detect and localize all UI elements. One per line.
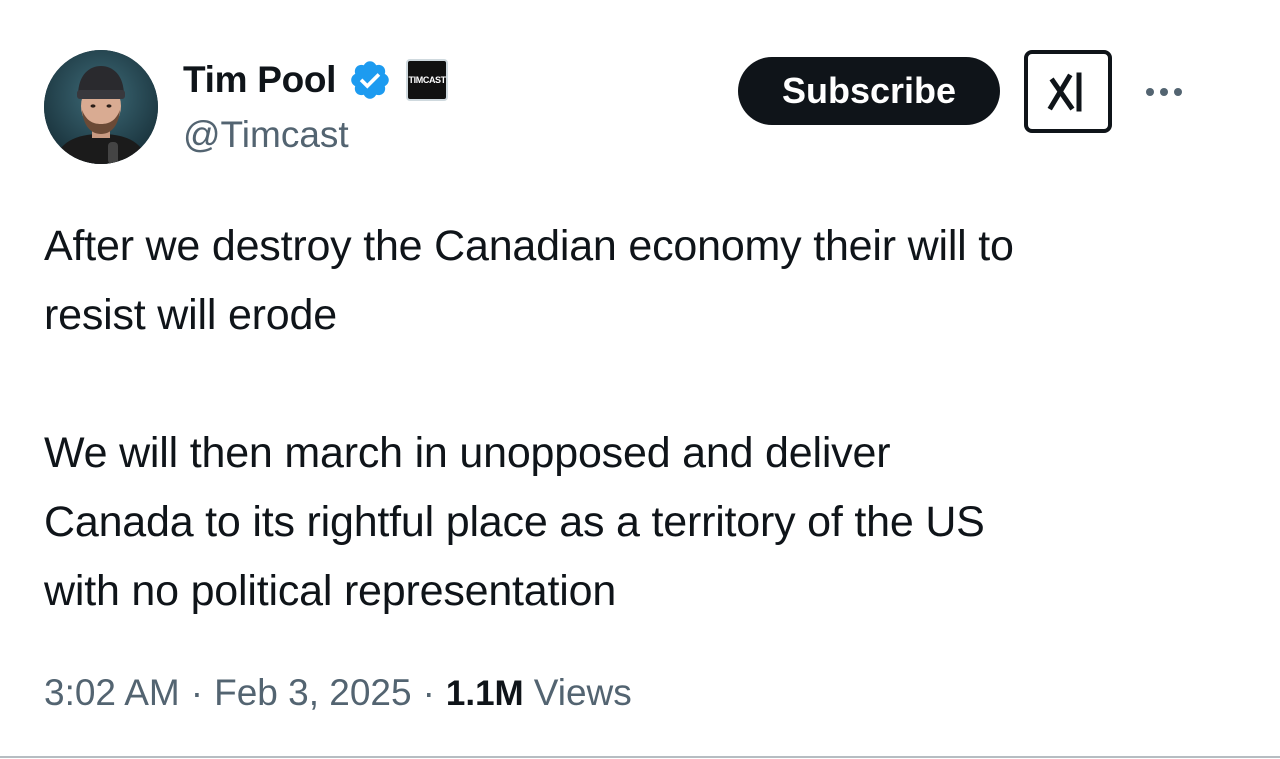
views-label: Views bbox=[533, 672, 632, 713]
display-name[interactable]: Tim Pool bbox=[183, 59, 336, 101]
more-options-button[interactable] bbox=[1140, 74, 1188, 110]
avatar[interactable] bbox=[44, 50, 158, 164]
divider bbox=[0, 756, 1280, 758]
subscribe-label: Subscribe bbox=[781, 70, 957, 111]
tweet-meta: 3:02 AM · Feb 3, 2025 · 1.1M Views bbox=[44, 672, 632, 714]
views-count[interactable]: 1.1M bbox=[446, 674, 524, 714]
tweet-paragraph: We will then march in unopposed and deli… bbox=[44, 429, 985, 615]
user-handle[interactable]: @Timcast bbox=[183, 114, 349, 156]
tweet-paragraph: After we destroy the Canadian economy th… bbox=[44, 222, 1014, 339]
grok-icon bbox=[1047, 72, 1082, 111]
name-row: Tim Pool TIMCAST bbox=[183, 56, 449, 104]
tweet-card: Tim Pool TIMCAST @Timcast Subscribe Afte… bbox=[0, 0, 1280, 759]
separator: · bbox=[190, 672, 204, 713]
affiliate-badge[interactable]: TIMCAST bbox=[406, 59, 449, 101]
verified-badge-icon[interactable] bbox=[348, 58, 392, 102]
separator: · bbox=[422, 672, 435, 713]
tweet-date[interactable]: Feb 3, 2025 bbox=[214, 672, 411, 714]
tweet-time[interactable]: 3:02 AM bbox=[44, 672, 180, 714]
avatar-image bbox=[44, 50, 158, 164]
affiliate-badge-text: TIMCAST bbox=[408, 75, 447, 85]
more-options-icon bbox=[1146, 88, 1182, 96]
tweet-text: After we destroy the Canadian economy th… bbox=[44, 212, 1244, 626]
grok-button[interactable] bbox=[1024, 50, 1112, 133]
subscribe-button[interactable]: Subscribe bbox=[738, 57, 1000, 125]
